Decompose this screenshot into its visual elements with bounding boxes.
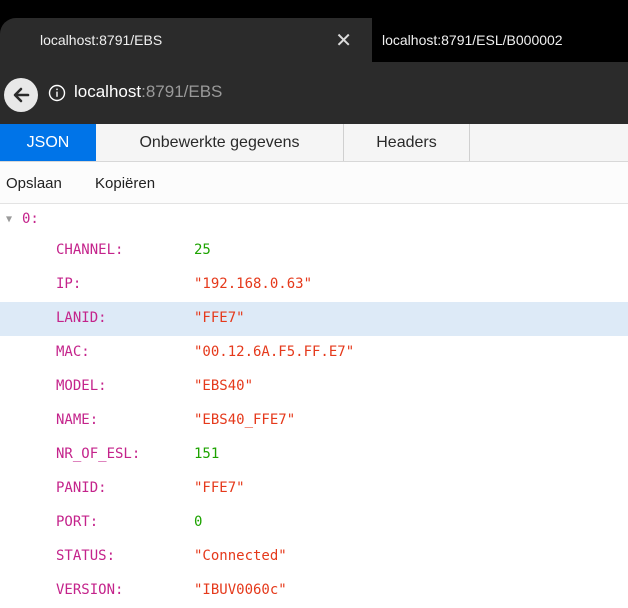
json-row[interactable]: PORT: 0 (0, 506, 628, 540)
copy-button[interactable]: Kopiëren (95, 175, 155, 192)
tab-title: localhost:8791/ESL/B000002 (382, 32, 563, 48)
json-toolbar: Opslaan Kopiëren (0, 162, 628, 204)
tab-headers[interactable]: Headers (344, 124, 470, 161)
json-row[interactable]: IP: "192.168.0.63" (0, 268, 628, 302)
json-key: MAC: (56, 344, 90, 360)
url-host: localhost (74, 82, 142, 101)
json-value: 25 (194, 242, 211, 258)
save-button[interactable]: Opslaan (6, 175, 62, 192)
json-key: IP: (56, 276, 82, 292)
json-key: NR_OF_ESL: (56, 446, 141, 462)
json-key: CHANNEL: (56, 242, 124, 258)
json-row[interactable]: PANID: "FFE7" (0, 472, 628, 506)
json-key: NAME: (56, 412, 99, 428)
browser-tab-inactive[interactable]: localhost:8791/ESL/B000002 (376, 18, 628, 62)
back-button[interactable] (4, 78, 38, 112)
json-row[interactable]: VERSION: "IBUV0060c" (0, 574, 628, 608)
json-key: PORT: (56, 514, 99, 530)
info-icon[interactable] (48, 84, 66, 102)
browser-tab-active[interactable]: localhost:8791/EBS ✕ (0, 18, 372, 62)
json-value: "IBUV0060c" (194, 582, 287, 598)
json-value: "FFE7" (194, 310, 245, 326)
root-key: 0: (22, 211, 39, 227)
tree-root-row[interactable]: ▼ 0: (0, 208, 628, 234)
json-value: "00.12.6A.F5.FF.E7" (194, 344, 355, 360)
json-row[interactable]: NR_OF_ESL: 151 (0, 438, 628, 472)
tab-json[interactable]: JSON (0, 124, 96, 161)
json-value: 151 (194, 446, 220, 462)
arrow-left-icon (13, 87, 30, 103)
tab-title: localhost:8791/EBS (40, 32, 163, 48)
json-key: PANID: (56, 480, 107, 496)
close-icon[interactable]: ✕ (335, 28, 352, 53)
json-value: "EBS40" (194, 378, 254, 394)
json-key: LANID: (56, 310, 107, 326)
caret-down-icon[interactable]: ▼ (6, 214, 12, 225)
json-value: "FFE7" (194, 480, 245, 496)
url-field[interactable]: localhost:8791/EBS (74, 82, 222, 102)
json-key: VERSION: (56, 582, 124, 598)
json-row[interactable]: NAME: "EBS40_FFE7" (0, 404, 628, 438)
json-row[interactable]: CHANNEL: 25 (0, 234, 628, 268)
address-bar: localhost:8791/EBS (0, 62, 628, 124)
browser-tab-strip: localhost:8791/EBS ✕ localhost:8791/ESL/… (0, 0, 628, 62)
json-key: STATUS: (56, 548, 116, 564)
json-value: 0 (194, 514, 203, 530)
json-row[interactable]: MODEL: "EBS40" (0, 370, 628, 404)
json-viewer-tabs: JSON Onbewerkte gegevens Headers (0, 124, 628, 162)
json-value: "EBS40_FFE7" (194, 412, 296, 428)
json-row[interactable]: STATUS: "Connected" (0, 540, 628, 574)
json-row[interactable]: LANID: "FFE7" (0, 302, 628, 336)
tab-raw-data[interactable]: Onbewerkte gegevens (96, 124, 344, 161)
url-path: :8791/EBS (141, 82, 223, 101)
json-key: MODEL: (56, 378, 107, 394)
json-row[interactable]: MAC: "00.12.6A.F5.FF.E7" (0, 336, 628, 370)
json-value: "192.168.0.63" (194, 276, 313, 292)
json-value: "Connected" (194, 548, 287, 564)
